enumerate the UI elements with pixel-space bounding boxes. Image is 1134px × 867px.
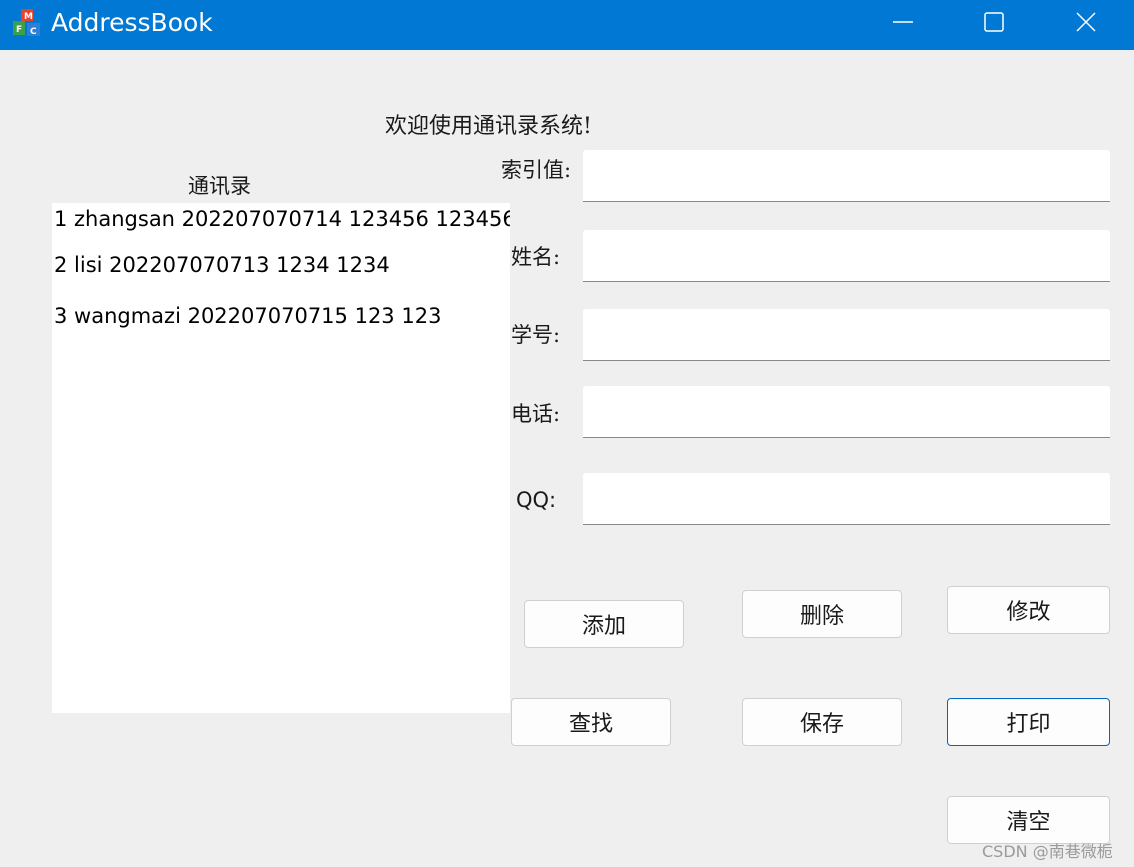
- list-item[interactable]: 3 wangmazi 202207070715 123 123: [54, 302, 441, 330]
- qq-label: QQ:: [516, 488, 557, 512]
- close-button[interactable]: [1040, 0, 1132, 44]
- student-id-label: 学号:: [511, 323, 561, 347]
- find-button[interactable]: 查找: [511, 698, 671, 746]
- svg-text:F: F: [16, 25, 22, 35]
- close-icon: [1076, 12, 1096, 32]
- title-bar: M F C AddressBook: [0, 0, 1134, 50]
- delete-button[interactable]: 删除: [742, 590, 902, 638]
- svg-text:C: C: [30, 27, 37, 37]
- clear-button[interactable]: 清空: [947, 796, 1110, 844]
- phone-label: 电话:: [511, 402, 561, 426]
- qq-input[interactable]: [583, 473, 1110, 525]
- add-button[interactable]: 添加: [524, 600, 684, 648]
- name-input[interactable]: [583, 230, 1110, 282]
- index-input[interactable]: [583, 150, 1110, 202]
- student-id-input[interactable]: [583, 309, 1110, 361]
- welcome-heading: 欢迎使用通讯录系统!: [385, 114, 592, 139]
- save-button[interactable]: 保存: [742, 698, 902, 746]
- print-button[interactable]: 打印: [947, 698, 1110, 746]
- window-title: AddressBook: [51, 8, 213, 37]
- list-item[interactable]: 2 lisi 202207070713 1234 1234: [54, 251, 390, 279]
- name-label: 姓名:: [511, 245, 561, 269]
- address-list-title: 通讯录: [188, 174, 251, 198]
- list-item[interactable]: 1 zhangsan 202207070714 123456 123456: [54, 205, 510, 233]
- watermark: CSDN @南巷微栀: [982, 842, 1113, 861]
- address-listbox[interactable]: 1 zhangsan 202207070714 123456 123456 2 …: [52, 203, 510, 713]
- modify-button[interactable]: 修改: [947, 586, 1110, 634]
- maximize-icon: [984, 12, 1004, 32]
- phone-input[interactable]: [583, 386, 1110, 438]
- mfc-app-icon: M F C: [13, 9, 40, 37]
- index-label: 索引值:: [501, 158, 572, 182]
- minimize-button[interactable]: [857, 0, 949, 44]
- maximize-button[interactable]: [948, 0, 1040, 44]
- svg-text:M: M: [24, 12, 33, 22]
- minimize-icon: [893, 21, 913, 23]
